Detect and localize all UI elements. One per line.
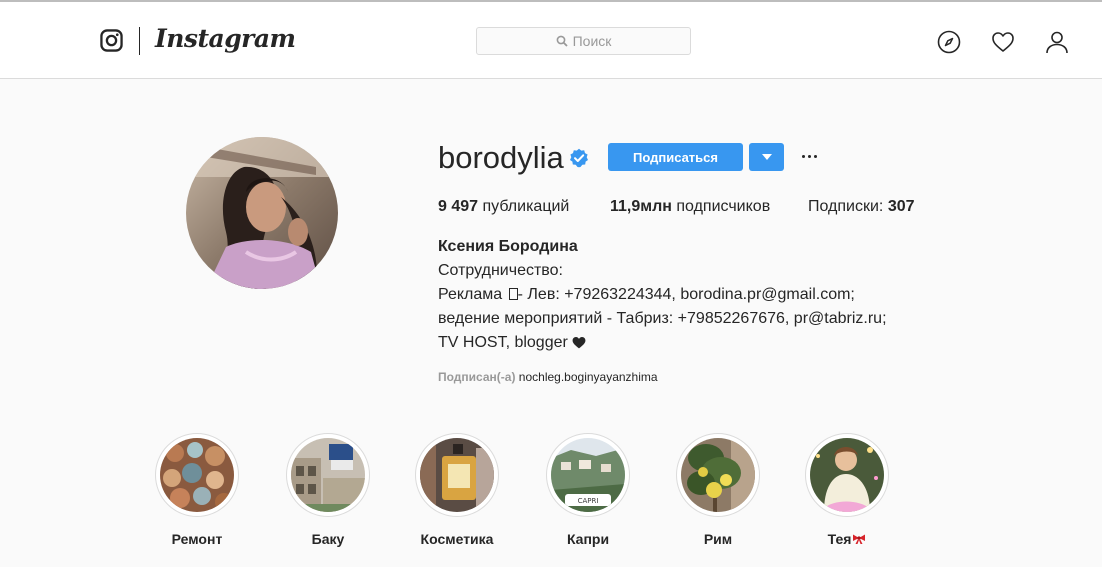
- highlight-ring: [676, 433, 760, 517]
- highlight-cover: [810, 438, 884, 512]
- follow-button[interactable]: Подписаться: [608, 143, 743, 171]
- instagram-camera-icon[interactable]: [100, 29, 123, 52]
- search-placeholder: Поиск: [572, 33, 612, 49]
- user-icon[interactable]: [1045, 30, 1069, 54]
- followed-by-label: Подписан(-а): [438, 370, 516, 384]
- highlight-label: Капри: [566, 531, 610, 547]
- bio-contact-lev: - Лев: +79263224344, borodina.pr@gmail.c…: [517, 286, 855, 303]
- highlight-item[interactable]: Рим: [668, 433, 768, 547]
- chevron-down-icon: [761, 154, 772, 160]
- bio-full-name: Ксения Бородина: [438, 238, 578, 255]
- highlight-label: Баку: [311, 531, 345, 547]
- profile-username: borodylia: [438, 140, 564, 175]
- highlight-item[interactable]: Тея: [797, 433, 897, 547]
- more-icon-dot: [807, 154, 811, 158]
- more-icon-dot: [801, 154, 805, 158]
- highlight-item[interactable]: Косметика: [407, 433, 507, 547]
- highlight-ring: CAPRI: [546, 433, 630, 517]
- highlight-label-text: Тея: [827, 531, 852, 547]
- bow-emoji-icon: [853, 534, 866, 544]
- bio-ad-label: Реклама: [438, 286, 503, 303]
- verified-badge-icon: [570, 148, 588, 168]
- highlight-ring: [415, 433, 499, 517]
- logo-divider: [139, 27, 140, 55]
- compass-icon[interactable]: [937, 30, 961, 54]
- capri-badge: CAPRI: [578, 497, 599, 505]
- highlight-ring: [155, 433, 239, 517]
- following-count: 307: [887, 198, 915, 215]
- heart-icon[interactable]: [991, 30, 1015, 54]
- highlight-item[interactable]: Баку: [278, 433, 378, 547]
- highlight-cover: [420, 438, 494, 512]
- black-heart-icon: [572, 336, 586, 349]
- posts-count: 9 497: [438, 198, 479, 215]
- more-options-button[interactable]: [797, 146, 821, 166]
- highlight-item[interactable]: CAPRI Капри: [538, 433, 638, 547]
- following-label: Подписки:: [808, 198, 884, 215]
- followed-by-user: nochleg.boginyayanzhima: [518, 370, 658, 384]
- bio-line: TV HOST, blogger: [438, 331, 1058, 355]
- bio-line: ведение мероприятий - Табриз: +798522676…: [438, 310, 887, 327]
- instagram-wordmark[interactable]: Instagram: [155, 24, 296, 53]
- highlight-cover: [681, 438, 755, 512]
- highlight-label: Косметика: [420, 531, 494, 547]
- search-input[interactable]: Поиск: [476, 27, 691, 55]
- highlight-ring: [805, 433, 889, 517]
- bio-line: Реклама - Лев: +79263224344, borodina.pr…: [438, 283, 1058, 307]
- missing-glyph-icon: [508, 288, 518, 300]
- followed-by-line[interactable]: Подписан(-а) nochleg.boginyayanzhima: [438, 370, 658, 384]
- bio-line: Сотрудничество:: [438, 262, 563, 279]
- avatar-photo: [186, 137, 338, 289]
- search-icon: [556, 35, 568, 47]
- highlight-label: Тея: [797, 531, 897, 547]
- highlight-cover: CAPRI: [551, 438, 625, 512]
- more-icon-dot: [813, 154, 817, 158]
- top-navbar: Instagram Поиск: [0, 2, 1102, 79]
- followers-count: 11,9млн: [610, 198, 672, 215]
- suggestions-dropdown-button[interactable]: [749, 143, 784, 171]
- highlight-ring: [286, 433, 370, 517]
- posts-label: публикаций: [482, 198, 570, 215]
- bio-tagline: TV HOST, blogger: [438, 334, 568, 351]
- profile-avatar[interactable]: [186, 137, 338, 289]
- followers-label: подписчиков: [676, 198, 771, 215]
- highlight-cover: [160, 438, 234, 512]
- highlight-label: Рим: [703, 531, 733, 547]
- highlight-label: Ремонт: [171, 531, 223, 547]
- following-stat[interactable]: Подписки: 307: [808, 198, 915, 216]
- highlight-cover: [291, 438, 365, 512]
- followers-stat[interactable]: 11,9млн подписчиков: [610, 198, 770, 216]
- posts-stat: 9 497 публикаций: [438, 198, 569, 216]
- highlight-item[interactable]: Ремонт: [147, 433, 247, 547]
